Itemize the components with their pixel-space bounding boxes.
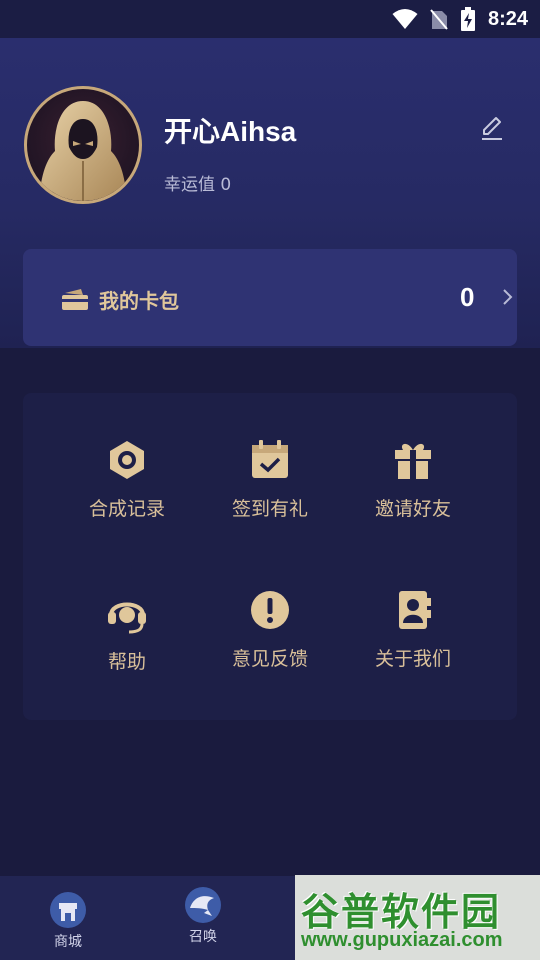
menu-item-feedback[interactable]: 意见反馈: [205, 588, 335, 671]
menu-item-label: 意见反馈: [231, 648, 308, 670]
headset-icon: [108, 602, 146, 634]
tab-label: 召唤: [189, 929, 217, 945]
tab-shop[interactable]: 商城: [28, 891, 108, 951]
watermark: 谷普软件园 www.gupuxiazai.com: [295, 875, 540, 960]
eagle-icon: [185, 887, 221, 923]
status-bar: 8:24: [0, 0, 540, 38]
tab-label: 商城: [54, 934, 82, 950]
wifi-icon: [392, 9, 418, 29]
menu-item-checkin[interactable]: 签到有礼: [205, 438, 335, 521]
wallet-icon: [62, 289, 88, 310]
shop-icon: [50, 892, 86, 928]
contact-card-icon: [399, 591, 431, 629]
battery-charging-icon: [460, 7, 475, 31]
tab-summon[interactable]: 召唤: [163, 886, 243, 946]
menu-item-label: 签到有礼: [231, 498, 308, 520]
watermark-url: www.gupuxiazai.com: [301, 929, 503, 951]
clock: 8:24: [487, 7, 528, 30]
menu-item-synthesis-record[interactable]: 合成记录: [62, 438, 192, 521]
username: 开心Aihsa: [164, 116, 297, 147]
wallet-count: 0: [460, 282, 475, 312]
edit-profile-button[interactable]: [478, 114, 506, 142]
menu-item-invite[interactable]: 邀请好友: [348, 438, 478, 521]
menu-item-label: 邀请好友: [374, 498, 451, 520]
wallet-label: 我的卡包: [99, 289, 179, 313]
menu-item-help[interactable]: 帮助: [62, 591, 192, 674]
exclamation-icon: [251, 591, 289, 629]
gift-icon: [395, 443, 431, 479]
menu-item-about[interactable]: 关于我们: [348, 588, 478, 671]
card-wallet-row[interactable]: 我的卡包 0: [23, 249, 517, 346]
menu-item-label: 帮助: [107, 651, 146, 673]
no-sim-icon: [430, 9, 448, 30]
watermark-title: 谷普软件园: [301, 890, 502, 934]
calendar-checkin-icon: [252, 440, 288, 478]
luck-value: 幸运值 0: [164, 175, 232, 195]
menu-item-label: 关于我们: [374, 648, 451, 670]
chevron-right-icon: [503, 289, 513, 305]
avatar[interactable]: [24, 86, 142, 204]
edit-pencil-icon: [482, 117, 502, 140]
menu-item-label: 合成记录: [88, 498, 165, 520]
hooded-figure-icon: [39, 101, 127, 201]
synthesis-record-icon: [110, 441, 144, 479]
